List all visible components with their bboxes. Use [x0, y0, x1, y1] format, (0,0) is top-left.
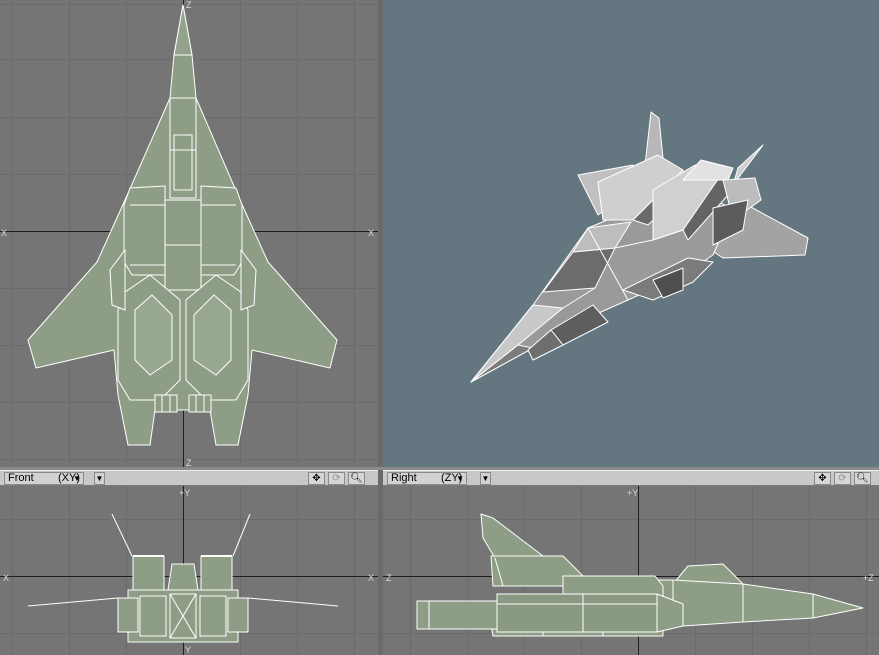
axis-label-right: X: [368, 573, 374, 583]
move-icon: ✥: [312, 473, 321, 484]
front-viewport[interactable]: Front (XY) ▼ ▼ ✥ ⟳ 🔍︎ +Y X X Y: [0, 470, 378, 655]
top-viewport-canvas[interactable]: Z Z X X: [0, 0, 378, 470]
zoom-icon: 🔍︎: [350, 473, 363, 484]
move-icon: ✥: [818, 473, 827, 484]
axis-label-top: +Y: [179, 488, 190, 498]
dropdown-arrow-icon: ▼: [73, 474, 81, 483]
axis-label-top: +Y: [627, 488, 638, 498]
view-type-dropdown[interactable]: Right (ZY) ▼: [387, 472, 467, 485]
rotate-icon: ⟳: [332, 473, 341, 484]
top-viewport[interactable]: Z Z X X: [0, 0, 378, 470]
dropdown-arrow-icon: ▼: [456, 474, 464, 483]
axis-label-right: X: [368, 228, 374, 238]
axis-label-left: X: [1, 228, 7, 238]
axis-label-left: X: [3, 573, 9, 583]
view-options-dropdown[interactable]: ▼: [480, 472, 491, 485]
dropdown-arrow-icon: ▼: [95, 474, 104, 483]
zoom-view-button[interactable]: 🔍︎: [348, 472, 365, 485]
view-type-label: Front: [8, 472, 34, 484]
perspective-viewport-canvas[interactable]: [383, 0, 879, 470]
right-viewport-canvas[interactable]: +Y Z +Z: [383, 486, 879, 655]
axis-label-right: +Z: [863, 573, 874, 583]
view-type-dropdown[interactable]: Front (XY) ▼: [4, 472, 84, 485]
axis-label-left: Z: [386, 573, 392, 583]
front-viewport-header: Front (XY) ▼ ▼ ✥ ⟳ 🔍︎: [0, 470, 378, 486]
viewport-divider-vertical[interactable]: [378, 0, 383, 655]
move-view-button[interactable]: ✥: [308, 472, 325, 485]
zoom-view-button[interactable]: 🔍︎: [854, 472, 871, 485]
rotate-view-button[interactable]: ⟳: [834, 472, 851, 485]
right-viewport-header: Right (ZY) ▼ ▼ ✥ ⟳ 🔍︎: [383, 470, 879, 486]
perspective-viewport[interactable]: [383, 0, 879, 470]
dropdown-arrow-icon: ▼: [481, 474, 490, 483]
view-options-dropdown[interactable]: ▼: [94, 472, 105, 485]
rotate-view-button[interactable]: ⟳: [328, 472, 345, 485]
rotate-icon: ⟳: [838, 473, 847, 484]
view-type-label: Right: [391, 472, 417, 484]
right-viewport[interactable]: Right (ZY) ▼ ▼ ✥ ⟳ 🔍︎ +Y Z +Z: [383, 470, 879, 655]
viewport-divider-horizontal[interactable]: [0, 467, 879, 470]
axis-label-bottom: Y: [185, 645, 191, 655]
move-view-button[interactable]: ✥: [814, 472, 831, 485]
front-viewport-canvas[interactable]: +Y X X Y: [0, 486, 378, 655]
zoom-icon: 🔍︎: [856, 473, 869, 484]
axis-label-top: Z: [186, 0, 192, 10]
